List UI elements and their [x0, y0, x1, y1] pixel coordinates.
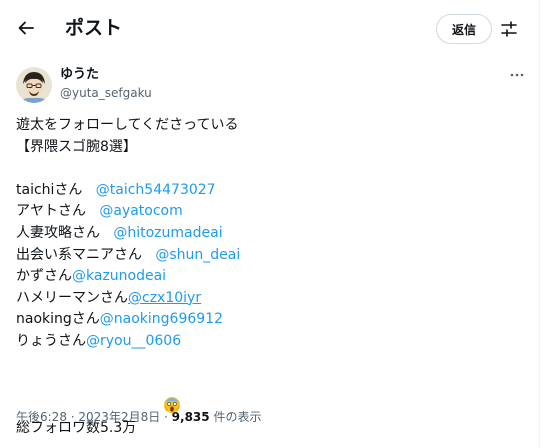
account-line: ハメリーマンさん@czx10iyr — [16, 288, 526, 310]
mention-link[interactable]: @naoking696912 — [100, 311, 223, 327]
post-text: 遊太をフォローしてくださっている 【界隈スゴ腕8選】 taichiさん @tai… — [16, 115, 526, 436]
post-intro-line: 遊太をフォローしてくださっている — [16, 117, 239, 133]
account-name: 出会い系マニアさん — [16, 246, 142, 263]
account-line: 出会い系マニアさん @shun_deai — [16, 245, 526, 267]
author-name[interactable]: ゆうた — [60, 66, 99, 83]
account-line: アヤトさん @ayatocom — [16, 201, 526, 223]
summary-line: 総フォロワ数5.3万 — [16, 374, 526, 436]
account-name: naokingさん — [16, 311, 100, 328]
post-page: ポスト 返信 ゆうた @yuta_sefgaku 遊太をフォローしてくださってい… — [0, 0, 540, 448]
back-button[interactable] — [12, 14, 40, 42]
view-count: 9,835 — [171, 410, 210, 424]
mention-link[interactable]: @ryou__0606 — [86, 333, 181, 349]
account-line: naokingさん@naoking696912 — [16, 309, 526, 331]
more-button[interactable] — [506, 67, 528, 83]
page-title: ポスト — [65, 17, 123, 39]
mention-link[interactable]: @czx10iyr — [128, 290, 201, 306]
account-name: ハメリーマンさん — [16, 289, 128, 306]
mention-link[interactable]: @ayatocom — [99, 203, 182, 219]
account-name: りょうさん — [16, 332, 86, 349]
post-meta: 午後6:28 · 2023年2月8日 · 9,835 件の表示 — [16, 410, 262, 424]
account-name: taichiさん — [16, 181, 83, 198]
tune-button[interactable] — [498, 18, 520, 40]
mention-link[interactable]: @shun_deai — [155, 247, 240, 263]
post-heading-line: 【界隈スゴ腕8選】 — [16, 138, 137, 155]
account-name: 人妻攻略さん — [16, 224, 100, 241]
avatar[interactable] — [16, 67, 52, 103]
post-time[interactable]: 午後6:28 — [16, 410, 67, 424]
account-line: かずさん@kazunodeai — [16, 266, 526, 288]
account-line: taichiさん @taich54473027 — [16, 180, 526, 202]
account-name: アヤトさん — [16, 203, 86, 220]
back-arrow-icon — [18, 21, 34, 35]
tune-icon — [501, 21, 517, 37]
account-name: かずさん — [16, 268, 72, 285]
author-handle[interactable]: @yuta_sefgaku — [60, 85, 152, 101]
mention-link[interactable]: @taich54473027 — [96, 182, 216, 198]
header: ポスト 返信 — [0, 0, 539, 58]
mention-link[interactable]: @hitozumadeai — [113, 225, 222, 241]
view-label: 件の表示 — [213, 410, 262, 424]
mention-link[interactable]: @kazunodeai — [72, 268, 166, 284]
reply-button[interactable]: 返信 — [436, 14, 492, 44]
account-line: りょうさん@ryou__0606 — [16, 331, 526, 353]
account-line: 人妻攻略さん @hitozumadeai — [16, 223, 526, 245]
more-icon — [510, 73, 524, 77]
post-date[interactable]: 2023年2月8日 — [78, 410, 160, 424]
